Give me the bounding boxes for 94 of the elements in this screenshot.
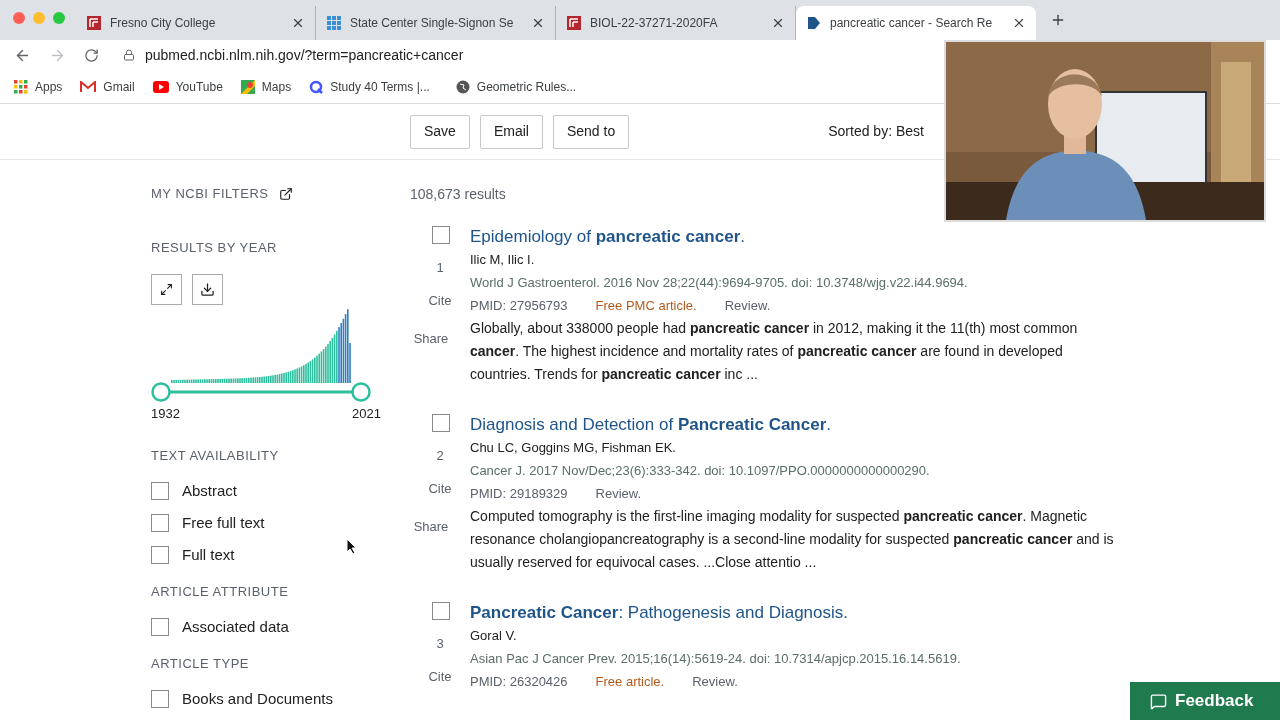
result-number: 2 [436,446,444,465]
tab-title: Fresno City College [110,15,217,32]
toolbar-button[interactable]: Save [410,114,470,149]
action-link[interactable]: Cite [428,291,452,311]
result-authors: Goral V. [470,627,518,645]
result-citation: World J Gastroenterol. 2016 Nov 28;22(44):9694-9705. doi: 10.3748/wjg.v22.i44.9694. [470,274,969,292]
result-checkbox[interactable] [432,602,450,620]
action-link[interactable]: Cite [428,479,452,499]
browser-tab[interactable]: pancreatic cancer - Search Re [796,6,1036,40]
result-number: 3 [436,634,444,653]
new-tab-icon[interactable] [1050,12,1066,28]
result-snippet: Computed tomography is the first-line imaging modality for suspected pancreatic cancer. Magnetic resonance cholangiopancreatography is a second-line modality for suspected pancreatic cancer and is usually reserved for equivocal cases. ...Close attentio ... [470,507,1115,572]
grid-logo-icon [326,15,342,31]
bookmark[interactable]: Study 40 Terms |... [309,77,430,96]
expand-button[interactable] [151,274,182,305]
result-snippet: Globally, about 338000 people had pancreatic cancer in 2012, making it the 11(th) most common cancer. The highest incidence and mortality rates of pancreatic cancer are found in developed countries. Trends for pancreatic cancer inc ... [470,319,1079,384]
filter-checkbox[interactable] [151,481,169,500]
filter-label[interactable]: Associated data [182,616,289,637]
section-heading: ARTICLE ATTRIBUTE [151,583,290,600]
expand-icon [160,283,173,296]
download-icon [200,282,215,297]
result-title[interactable]: Pancreatic Cancer: Pathogenesis and Diagnosis. [470,601,961,624]
results-count: 108,673 results [410,185,507,204]
filter-checkbox[interactable] [151,513,169,532]
bookmark[interactable]: YouTube [152,77,223,96]
free-article-badge[interactable]: Free PMC article. [595,294,697,317]
lock-icon [123,49,135,61]
section-heading: ARTICLE TYPE [151,655,250,672]
close-tab-icon[interactable] [1012,16,1026,30]
filter-label[interactable]: Full text [182,544,235,565]
mail-icon [80,80,97,93]
pmid: PMID: 26320426 [470,673,568,691]
cursor-icon [346,538,357,554]
action-link[interactable]: Share [413,328,449,348]
tab-title: BIOL-22-37271-2020FA [590,15,719,32]
action-link[interactable]: Share [413,516,449,536]
college-logo-icon [86,15,102,31]
slider-handle[interactable] [351,382,371,402]
feedback-button[interactable]: Feedback [1130,682,1280,720]
download-button[interactable] [192,274,223,305]
close-tab-icon[interactable] [771,16,785,30]
filter-label[interactable]: Abstract [182,480,238,501]
reload-icon[interactable] [84,47,99,63]
browser-tab[interactable]: BIOL-22-37271-2020FA [556,6,796,40]
result-checkbox[interactable] [432,414,450,432]
chevron-logo-icon [806,15,822,31]
result-authors: Chu LC, Goggins MG, Fishman EK. [470,439,677,457]
result-citation: Cancer J. 2017 Nov/Dec;23(6):333-342. doi: 10.1097/PPO.0000000000000290. [470,462,931,480]
result-title[interactable]: Epidemiology of pancreatic cancer. [470,225,1115,248]
filter-checkbox[interactable] [151,545,169,564]
tab-title: pancreatic cancer - Search Re [830,15,994,32]
bookmark[interactable]: Geometric Rules... [455,77,577,96]
article-type: Review. [595,485,642,503]
apps-grid-icon [14,79,28,94]
toolbar-button[interactable]: Send to [552,114,630,149]
section-heading: MY NCBI FILTERS [151,185,269,203]
toolbar-button[interactable]: Email [479,114,543,149]
map-pin-icon [240,79,255,94]
result-checkbox[interactable] [432,226,450,244]
filter-label[interactable]: Free full text [182,512,265,533]
article-type: Review. [724,297,771,315]
article-type: Review. [692,673,738,691]
pmid: PMID: 27956793 [470,297,568,315]
globe-icon [455,79,470,94]
result-number: 1 [436,258,444,277]
close-tab-icon[interactable] [291,16,305,30]
browser-tab[interactable]: State Center Single-Signon Se [316,6,556,40]
action-link[interactable]: Cite [428,667,452,687]
external-link-icon[interactable] [278,186,293,201]
pmid: PMID: 29189329 [470,485,568,503]
bookmark[interactable]: Maps [240,77,292,96]
play-icon [152,80,169,93]
filter-label[interactable]: Books and Documents [182,688,333,709]
free-article-badge[interactable]: Free article. [595,670,665,693]
college-logo-icon [566,15,582,31]
close-window-icon[interactable] [13,12,25,24]
q-logo-icon [309,79,324,94]
browser-tab[interactable]: Fresno City College [76,6,316,40]
chat-icon [1150,692,1167,710]
tab-title: State Center Single-Signon Se [350,15,515,32]
bookmark[interactable]: Gmail [80,77,135,96]
section-heading: RESULTS BY YEAR [151,238,278,257]
sort-label[interactable]: Sorted by: Best [828,121,924,142]
result-authors: Ilic M, Ilic I. [470,251,536,269]
filter-checkbox[interactable] [151,689,169,708]
section-heading: TEXT AVAILABILITY [151,447,280,464]
slider-handle[interactable] [151,382,171,402]
bookmark[interactable]: Apps [14,77,63,96]
result-title[interactable]: Diagnosis and Detection of Pancreatic Cancer. [470,413,1115,436]
close-tab-icon[interactable] [531,16,545,30]
year-label: 1932 [151,405,180,423]
filter-checkbox[interactable] [151,617,169,636]
year-label: 2021 [352,405,381,423]
result-citation: Asian Pac J Cancer Prev. 2015;16(14):5619-24. doi: 10.7314/apjcp.2015.16.14.5619. [470,650,961,668]
